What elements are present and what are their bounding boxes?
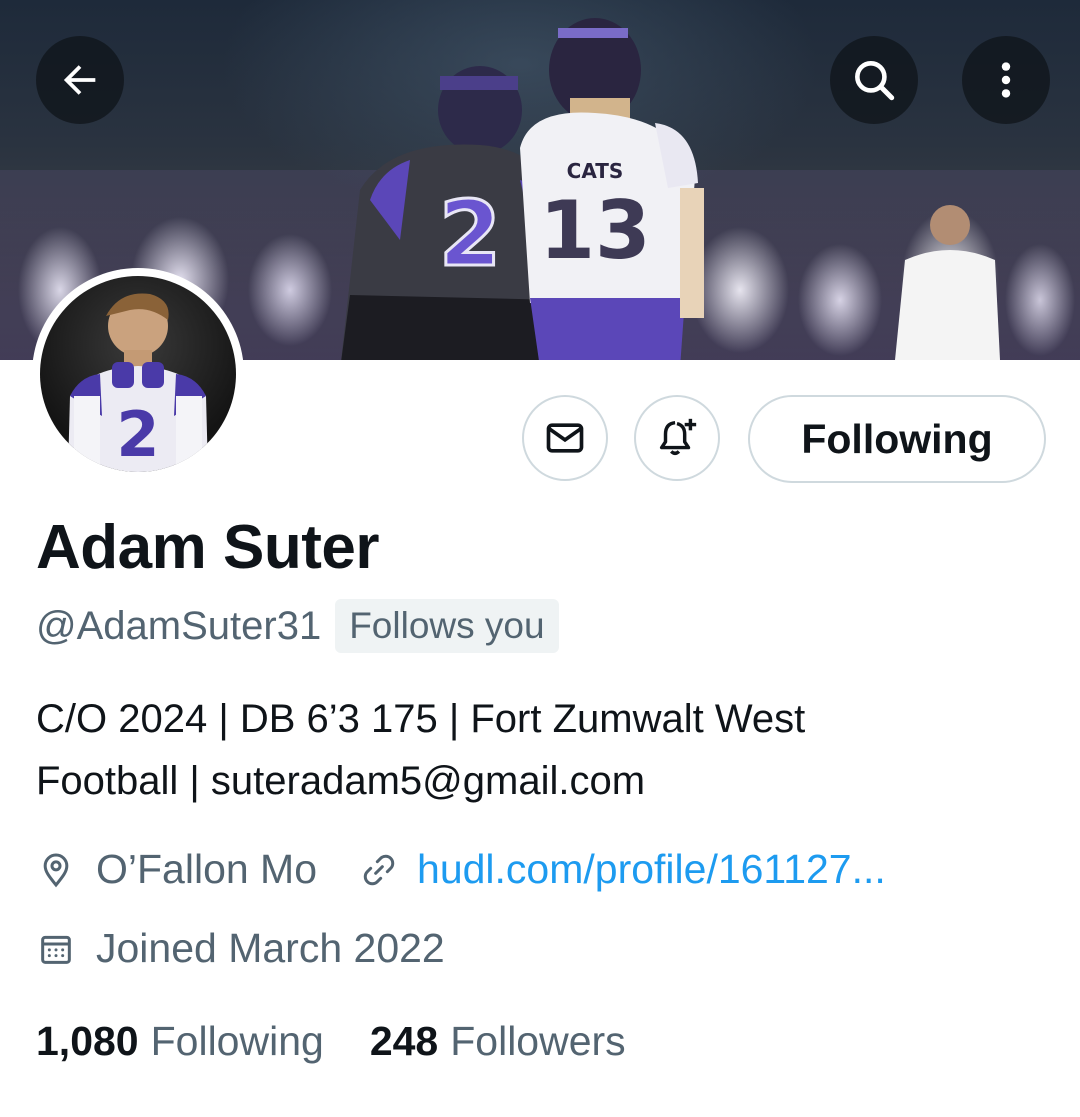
banner-player-white: CATS 13 bbox=[520, 18, 704, 360]
arrow-left-icon bbox=[63, 65, 96, 95]
profile-website-link[interactable]: hudl.com/profile/161127... bbox=[417, 846, 886, 893]
more-options-button[interactable] bbox=[962, 36, 1050, 124]
location-pin-icon bbox=[36, 850, 76, 890]
calendar-icon bbox=[36, 929, 76, 969]
profile-avatar-frame[interactable]: 2 bbox=[32, 268, 244, 480]
bio-line-1: C/O 2024 | DB 6’3 175 | Fort Zumwalt Wes… bbox=[36, 697, 806, 741]
search-icon bbox=[855, 61, 895, 101]
profile-bio: C/O 2024 | DB 6’3 175 | Fort Zumwalt Wes… bbox=[36, 688, 1046, 812]
avatar-jersey-number: 2 bbox=[116, 398, 159, 471]
handle-row: @AdamSuter31 Follows you bbox=[36, 598, 559, 654]
joined-date: Joined March 2022 bbox=[96, 925, 445, 971]
followers-count: 248 bbox=[369, 1018, 439, 1064]
following-count: 1,080 bbox=[36, 1018, 139, 1064]
avatar[interactable]: 2 bbox=[40, 276, 236, 472]
following-label: Following bbox=[150, 1018, 324, 1064]
banner-dark-jersey-number: 2 bbox=[439, 182, 502, 287]
banner-white-jersey-number: 13 bbox=[539, 184, 650, 277]
avatar-photo: 2 bbox=[68, 293, 208, 472]
profile-handle: @AdamSuter31 bbox=[36, 603, 322, 648]
bio-line-2: Football | suteradam5@gmail.com bbox=[36, 759, 646, 803]
more-vertical-icon bbox=[1001, 62, 1011, 98]
following-button[interactable]: Following bbox=[748, 395, 1046, 483]
joined-row: Joined March 2022 bbox=[36, 925, 445, 972]
link-icon bbox=[359, 850, 399, 890]
profile-stats: 1,080 Following 248 Followers bbox=[36, 1018, 626, 1065]
envelope-icon bbox=[546, 423, 584, 453]
search-button[interactable] bbox=[830, 36, 918, 124]
banner-white-jersey-text: CATS bbox=[567, 159, 624, 183]
bell-plus-icon bbox=[659, 418, 697, 456]
following-count-link[interactable]: 1,080 Following bbox=[36, 1018, 324, 1065]
profile-meta-row: O’Fallon Mo hudl.com/profile/161127... bbox=[36, 846, 886, 893]
banner-coach-figure bbox=[895, 205, 1000, 360]
followers-count-link[interactable]: 248 Followers bbox=[370, 1018, 626, 1065]
follows-you-badge: Follows you bbox=[335, 599, 559, 653]
profile-location: O’Fallon Mo bbox=[96, 846, 318, 892]
message-button[interactable] bbox=[522, 395, 608, 481]
back-button[interactable] bbox=[36, 36, 124, 124]
notifications-button[interactable] bbox=[634, 395, 720, 481]
followers-label: Followers bbox=[450, 1018, 626, 1064]
profile-name: Adam Suter bbox=[36, 513, 379, 582]
